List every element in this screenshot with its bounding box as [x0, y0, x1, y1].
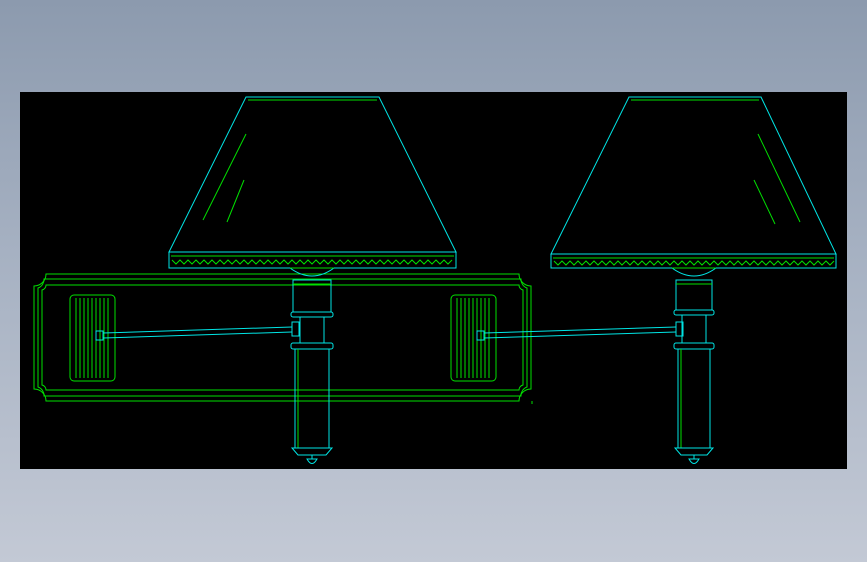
- swing-arm-right: [476, 321, 684, 341]
- cad-drawing: [33, 96, 837, 464]
- cad-viewport[interactable]: [20, 92, 847, 469]
- lamp-shade-right: [550, 96, 837, 269]
- lamp-body-right: [671, 267, 717, 464]
- lamp-shade-left: [168, 96, 457, 269]
- swing-arm-left: [95, 321, 300, 341]
- lamp-body-left: [289, 267, 335, 464]
- swing-arm-lamp-left: [69, 96, 457, 464]
- swing-arm-lamp-right: [450, 96, 837, 464]
